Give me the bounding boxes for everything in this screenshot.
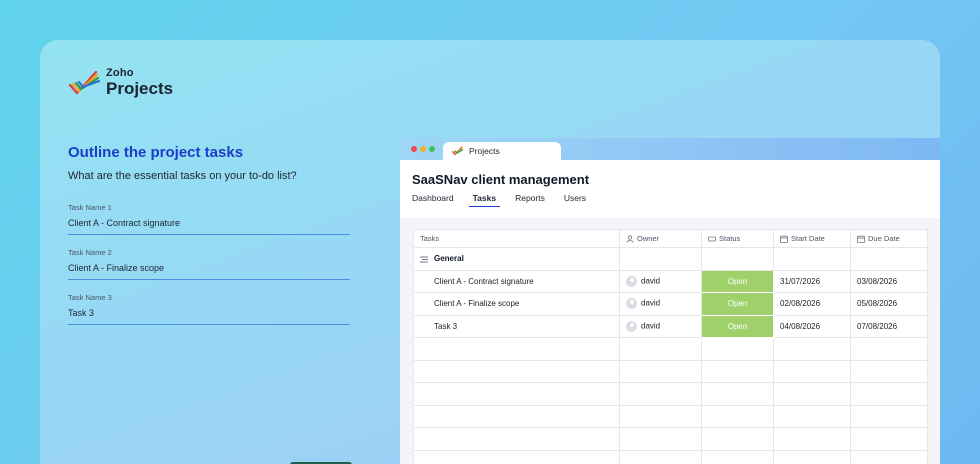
zoho-projects-check-icon xyxy=(68,70,100,95)
task-form: Outline the project tasks What are the e… xyxy=(68,144,352,325)
task-name-3-input[interactable]: Task 3 xyxy=(68,308,350,325)
close-window-icon[interactable] xyxy=(411,146,417,152)
column-header-tasks[interactable]: Tasks xyxy=(413,229,620,248)
empty-cell xyxy=(701,247,774,271)
user-avatar-icon xyxy=(626,298,637,310)
due-date-cell[interactable]: 03/08/2026 xyxy=(850,269,928,293)
owner-cell[interactable]: david xyxy=(619,314,702,338)
table-row[interactable]: Client A - Contract signature david Open… xyxy=(413,269,928,293)
status-badge[interactable]: Open xyxy=(701,314,774,338)
calendar-icon xyxy=(780,235,788,243)
owner-cell[interactable]: david xyxy=(619,292,702,316)
task-name-cell[interactable]: Task 3 xyxy=(413,314,620,338)
column-label: Start Date xyxy=(791,233,825,243)
due-date-cell[interactable]: 05/08/2026 xyxy=(850,292,928,316)
status-badge[interactable]: Open xyxy=(701,292,774,316)
group-row-general[interactable]: General xyxy=(413,247,928,271)
window-titlebar: Projects xyxy=(400,138,940,160)
empty-cell xyxy=(850,247,928,271)
task-table: Tasks Owner Status Start Date Due Date G… xyxy=(413,229,928,464)
owner-cell[interactable]: david xyxy=(619,269,702,293)
project-title: SaaSNav client management xyxy=(412,172,590,187)
form-title: Outline the project tasks xyxy=(68,144,244,161)
column-label: Status xyxy=(719,233,741,243)
owner-name: david xyxy=(641,298,661,308)
status-badge[interactable]: Open xyxy=(701,269,774,293)
empty-row xyxy=(413,427,928,451)
group-label: General xyxy=(434,254,464,264)
empty-row xyxy=(413,404,928,428)
field-label: Task Name 3 xyxy=(68,293,112,302)
status-tag-icon xyxy=(708,235,716,243)
owner-name: david xyxy=(641,321,661,331)
empty-row xyxy=(413,359,928,383)
start-date-cell[interactable]: 31/07/2026 xyxy=(773,269,851,293)
table-header-row: Tasks Owner Status Start Date Due Date xyxy=(413,229,928,248)
browser-tab-label: Projects xyxy=(469,146,500,156)
tab-tasks[interactable]: Tasks xyxy=(468,193,501,207)
hero-card: Zoho Projects Outline the project tasks … xyxy=(40,40,940,464)
list-icon xyxy=(420,256,428,263)
group-cell: General xyxy=(413,247,620,271)
empty-row xyxy=(413,449,928,464)
project-nav: Dashboard Tasks Reports Users xyxy=(412,193,605,207)
user-avatar-icon xyxy=(626,275,637,287)
field-label: Task Name 2 xyxy=(68,248,112,257)
column-label: Due Date xyxy=(868,233,900,243)
browser-tab-projects[interactable]: Projects xyxy=(443,142,561,160)
tab-reports[interactable]: Reports xyxy=(515,193,545,207)
tab-dashboard[interactable]: Dashboard xyxy=(412,193,454,207)
app-window: Projects SaaSNav client management Dashb… xyxy=(400,138,940,464)
table-row[interactable]: Task 3 david Open 04/08/2026 07/08/2026 xyxy=(413,314,928,338)
minimize-window-icon[interactable] xyxy=(420,146,426,152)
empty-cell xyxy=(619,247,702,271)
column-header-due-date[interactable]: Due Date xyxy=(850,229,928,248)
column-header-status[interactable]: Status xyxy=(701,229,774,248)
column-label: Owner xyxy=(637,233,660,243)
empty-cell xyxy=(773,247,851,271)
zoho-projects-check-icon xyxy=(452,146,463,156)
maximize-window-icon[interactable] xyxy=(429,146,435,152)
tab-users[interactable]: Users xyxy=(564,193,586,207)
form-subtitle: What are the essential tasks on your to-… xyxy=(68,170,297,182)
start-date-cell[interactable]: 02/08/2026 xyxy=(773,292,851,316)
column-label: Tasks xyxy=(420,234,440,243)
table-row[interactable]: Client A - Finalize scope david Open 02/… xyxy=(413,292,928,316)
task-name-2-field: Task Name 2 Client A - Finalize scope xyxy=(68,248,352,280)
column-header-owner[interactable]: Owner xyxy=(619,229,702,248)
column-header-start-date[interactable]: Start Date xyxy=(773,229,851,248)
person-icon xyxy=(626,235,634,243)
task-name-cell[interactable]: Client A - Contract signature xyxy=(413,269,620,293)
empty-row xyxy=(413,337,928,361)
field-label: Task Name 1 xyxy=(68,203,112,212)
task-name-cell[interactable]: Client A - Finalize scope xyxy=(413,292,620,316)
brand-zoho: Zoho xyxy=(106,67,134,79)
task-name-2-input[interactable]: Client A - Finalize scope xyxy=(68,263,350,280)
zoho-projects-logo: Zoho Projects xyxy=(68,68,173,97)
task-name-3-field: Task Name 3 Task 3 xyxy=(68,293,352,325)
user-avatar-icon xyxy=(626,320,637,332)
task-name-1-input[interactable]: Client A - Contract signature xyxy=(68,218,350,235)
start-date-cell[interactable]: 04/08/2026 xyxy=(773,314,851,338)
calendar-icon xyxy=(857,235,865,243)
task-name-1-field: Task Name 1 Client A - Contract signatur… xyxy=(68,203,352,235)
empty-row xyxy=(413,382,928,406)
task-table-area: Tasks Owner Status Start Date Due Date G… xyxy=(400,218,940,464)
owner-name: david xyxy=(641,276,661,286)
due-date-cell[interactable]: 07/08/2026 xyxy=(850,314,928,338)
brand-projects: Projects xyxy=(106,79,174,98)
